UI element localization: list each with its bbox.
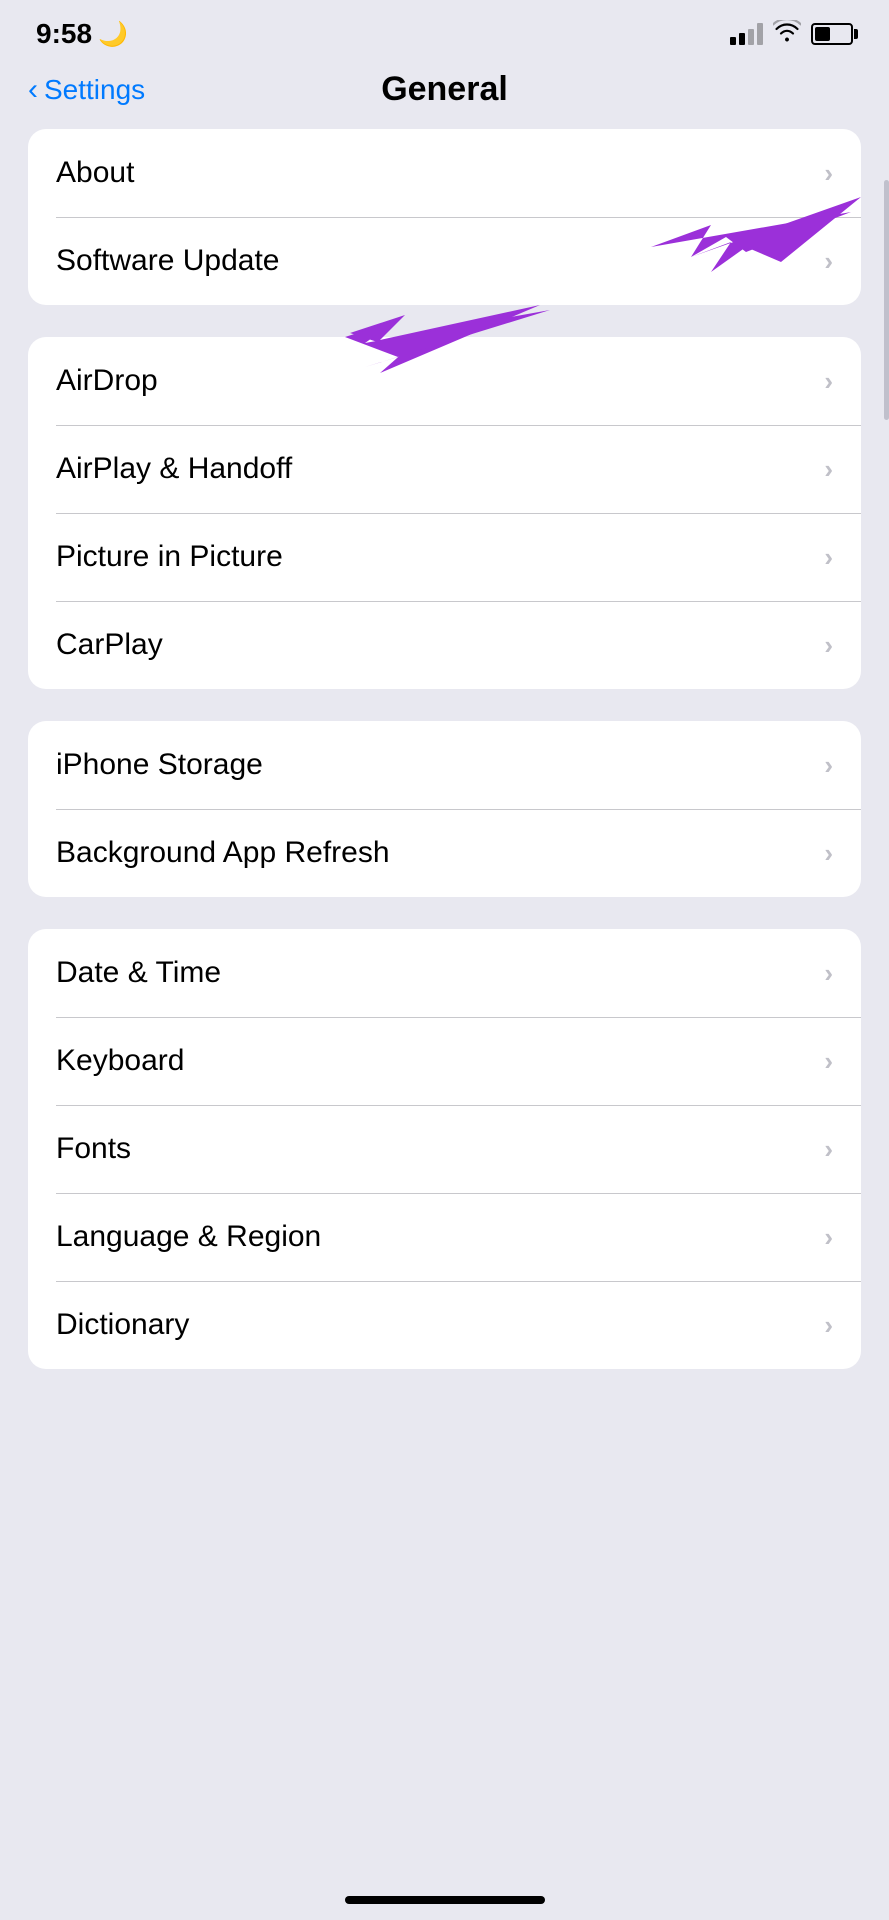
row-software-update-label: Software Update bbox=[56, 244, 279, 278]
chevron-right-icon: › bbox=[824, 958, 833, 989]
chevron-right-icon: › bbox=[824, 838, 833, 869]
row-background-app-refresh-label: Background App Refresh bbox=[56, 836, 390, 870]
row-language-region[interactable]: Language & Region › bbox=[28, 1193, 861, 1281]
row-picture-in-picture-label: Picture in Picture bbox=[56, 540, 283, 574]
row-iphone-storage[interactable]: iPhone Storage › bbox=[28, 721, 861, 809]
row-keyboard-label: Keyboard bbox=[56, 1044, 184, 1078]
wifi-icon bbox=[773, 20, 801, 48]
row-about[interactable]: About › bbox=[28, 129, 861, 217]
row-date-time-label: Date & Time bbox=[56, 956, 221, 990]
status-bar: 9:58 🌙 bbox=[0, 0, 889, 60]
row-dictionary-label: Dictionary bbox=[56, 1308, 189, 1342]
row-airplay-handoff[interactable]: AirPlay & Handoff › bbox=[28, 425, 861, 513]
row-date-time[interactable]: Date & Time › bbox=[28, 929, 861, 1017]
section-1: About › Software Update › bbox=[28, 129, 861, 305]
chevron-right-icon: › bbox=[824, 630, 833, 661]
chevron-right-icon: › bbox=[824, 246, 833, 277]
row-about-label: About bbox=[56, 156, 134, 190]
row-fonts[interactable]: Fonts › bbox=[28, 1105, 861, 1193]
row-picture-in-picture[interactable]: Picture in Picture › bbox=[28, 513, 861, 601]
row-background-app-refresh[interactable]: Background App Refresh › bbox=[28, 809, 861, 897]
chevron-right-icon: › bbox=[824, 366, 833, 397]
chevron-right-icon: › bbox=[824, 454, 833, 485]
row-dictionary[interactable]: Dictionary › bbox=[28, 1281, 861, 1369]
back-button[interactable]: ‹ Settings bbox=[28, 74, 145, 106]
status-icons bbox=[730, 20, 853, 48]
page-title: General bbox=[381, 70, 508, 109]
scrollbar[interactable] bbox=[884, 180, 889, 420]
row-keyboard[interactable]: Keyboard › bbox=[28, 1017, 861, 1105]
status-time: 9:58 🌙 bbox=[36, 18, 128, 50]
battery-icon bbox=[811, 23, 853, 45]
row-language-region-label: Language & Region bbox=[56, 1220, 321, 1254]
home-indicator bbox=[345, 1896, 545, 1904]
back-chevron-icon: ‹ bbox=[28, 75, 38, 105]
row-airplay-handoff-label: AirPlay & Handoff bbox=[56, 452, 292, 486]
row-carplay-label: CarPlay bbox=[56, 628, 163, 662]
signal-icon bbox=[730, 23, 763, 45]
row-carplay[interactable]: CarPlay › bbox=[28, 601, 861, 689]
time-label: 9:58 bbox=[36, 18, 92, 50]
chevron-right-icon: › bbox=[824, 542, 833, 573]
row-software-update[interactable]: Software Update › bbox=[28, 217, 861, 305]
section-2: AirDrop › AirPlay & Handoff › Picture in… bbox=[28, 337, 861, 689]
nav-bar: ‹ Settings General bbox=[0, 60, 889, 129]
back-label: Settings bbox=[44, 74, 145, 106]
row-airdrop-label: AirDrop bbox=[56, 364, 158, 398]
settings-content: About › Software Update › AirDrop › AirP… bbox=[0, 129, 889, 1369]
section-3: iPhone Storage › Background App Refresh … bbox=[28, 721, 861, 897]
chevron-right-icon: › bbox=[824, 750, 833, 781]
section-4: Date & Time › Keyboard › Fonts › Languag… bbox=[28, 929, 861, 1369]
chevron-right-icon: › bbox=[824, 158, 833, 189]
row-fonts-label: Fonts bbox=[56, 1132, 131, 1166]
chevron-right-icon: › bbox=[824, 1222, 833, 1253]
moon-icon: 🌙 bbox=[98, 20, 128, 49]
chevron-right-icon: › bbox=[824, 1310, 833, 1341]
row-airdrop[interactable]: AirDrop › bbox=[28, 337, 861, 425]
chevron-right-icon: › bbox=[824, 1134, 833, 1165]
row-iphone-storage-label: iPhone Storage bbox=[56, 748, 263, 782]
chevron-right-icon: › bbox=[824, 1046, 833, 1077]
